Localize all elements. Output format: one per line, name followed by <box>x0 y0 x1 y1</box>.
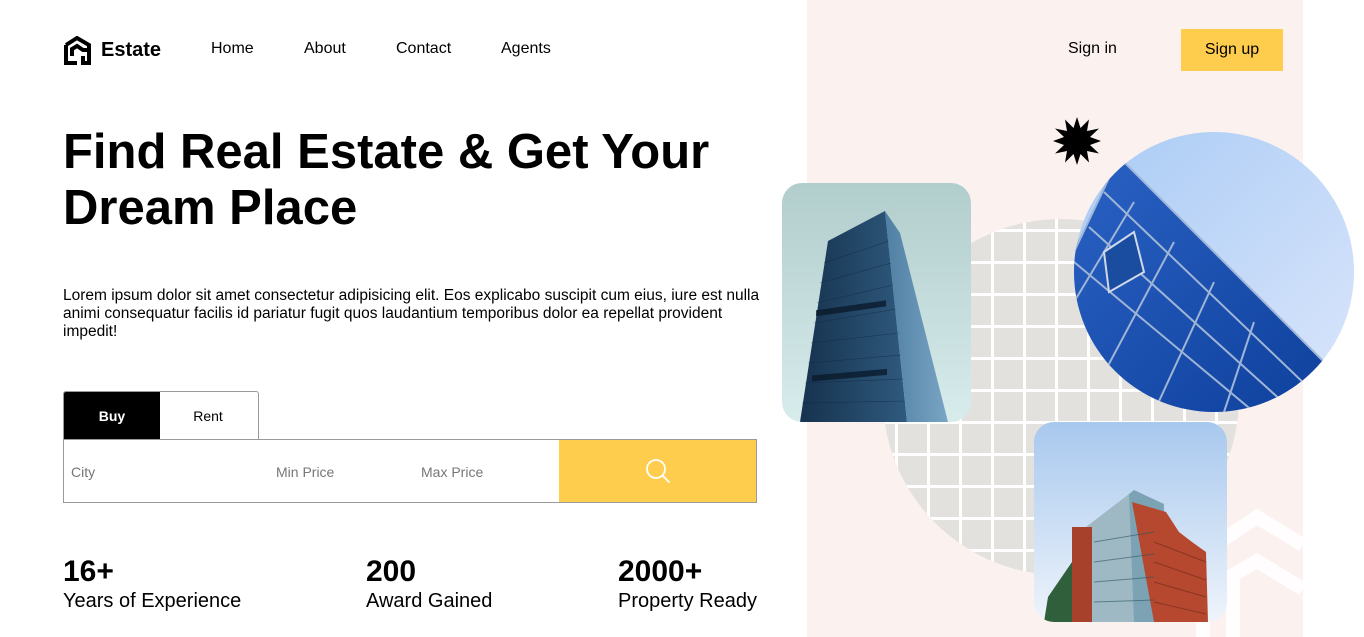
nav-agents[interactable]: Agents <box>501 40 551 58</box>
stat-awards: 200 Award Gained <box>366 555 492 613</box>
max-price-input[interactable] <box>419 440 553 504</box>
stat-properties: 2000+ Property Ready <box>618 555 757 613</box>
hero-title: Find Real Estate & Get Your Dream Place <box>63 125 710 235</box>
stat-label: Years of Experience <box>63 590 242 612</box>
hero-description: Lorem ipsum dolor sit amet consectetur a… <box>63 287 760 340</box>
sign-in-link[interactable]: Sign in <box>1068 40 1117 58</box>
brand-name: Estate <box>101 39 162 61</box>
min-price-input[interactable] <box>274 440 408 504</box>
stat-value: 16+ <box>63 555 114 588</box>
tab-rent[interactable]: Rent <box>160 392 256 439</box>
brick-building-image <box>1034 422 1227 622</box>
nav-home[interactable]: Home <box>211 40 254 58</box>
stat-experience: 16+ Years of Experience <box>63 555 241 613</box>
sign-up-button[interactable]: Sign up <box>1181 29 1283 71</box>
property-search-bar <box>63 439 757 504</box>
nav-about[interactable]: About <box>304 40 346 58</box>
brand-logo[interactable]: Estate <box>63 36 161 65</box>
logo-icon <box>64 36 91 65</box>
search-tabs: Buy Rent <box>63 391 259 439</box>
search-button[interactable] <box>559 440 756 502</box>
stat-value: 2000+ <box>618 555 703 588</box>
stat-label: Award Gained <box>366 590 493 612</box>
tower-building-image <box>782 183 971 422</box>
nav-contact[interactable]: Contact <box>396 40 451 58</box>
search-icon <box>645 459 670 483</box>
stat-label: Property Ready <box>618 590 757 612</box>
city-input[interactable] <box>69 440 263 504</box>
glass-building-image <box>1074 132 1354 412</box>
tab-buy[interactable]: Buy <box>64 392 160 439</box>
stat-value: 200 <box>366 555 417 588</box>
starburst-icon <box>1053 117 1101 165</box>
